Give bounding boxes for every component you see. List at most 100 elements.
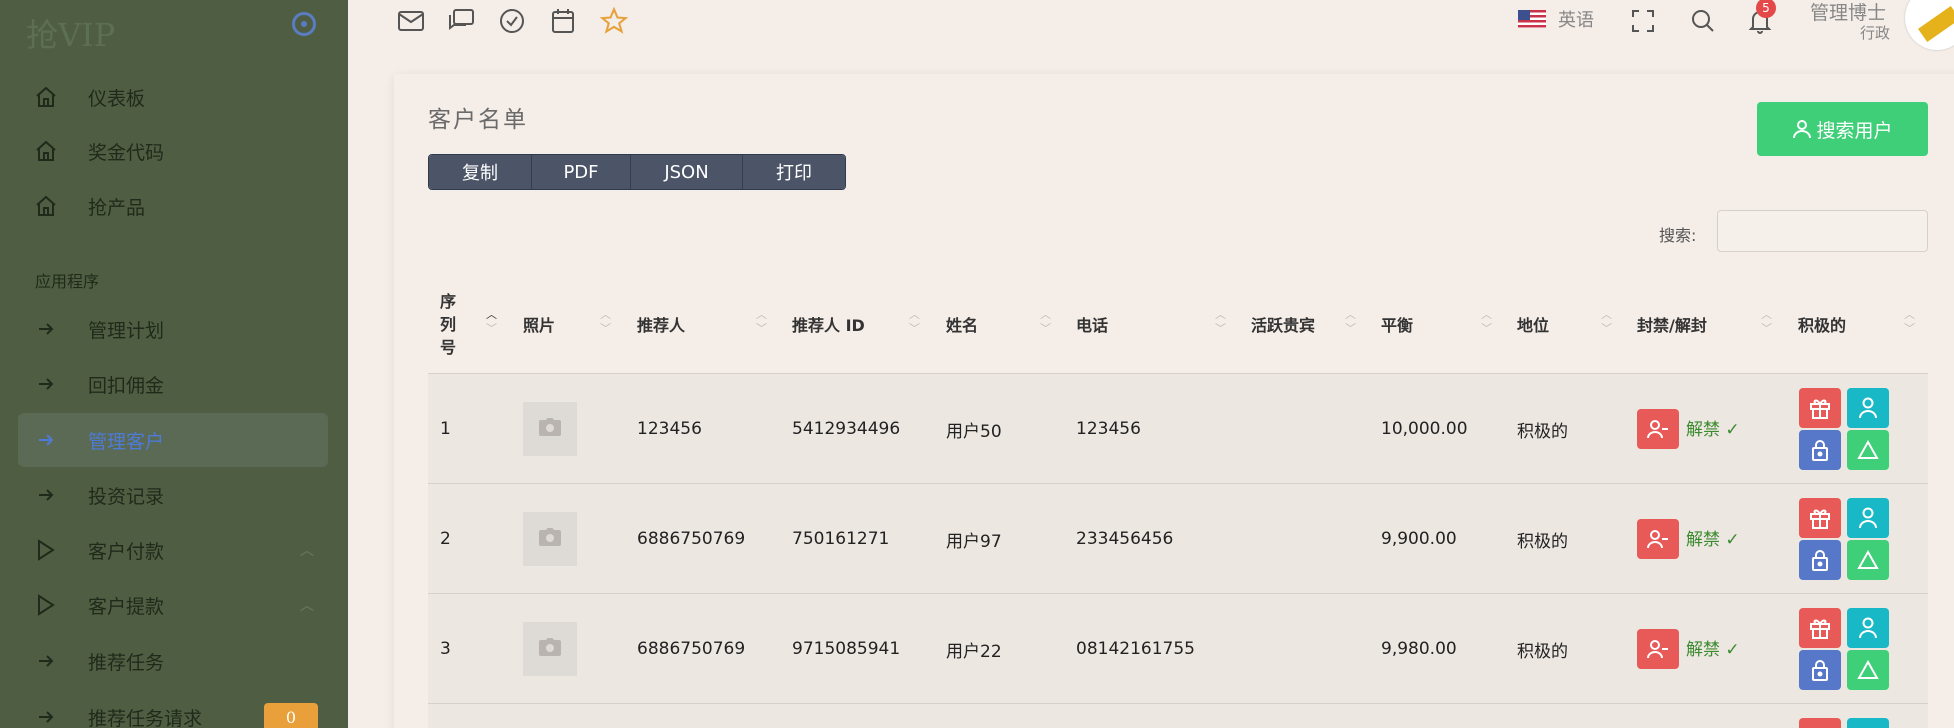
sidebar-item-investment-records[interactable]: 投资记录 (18, 468, 328, 522)
gift-button[interactable] (1799, 498, 1841, 538)
language-selector[interactable]: 英语 (1518, 6, 1594, 32)
sort-icon[interactable]: ︿ ﹀ (1601, 308, 1612, 336)
upgrade-button[interactable] (1847, 650, 1889, 690)
cell-referrer: 6886750769 (637, 529, 746, 549)
mail-icon[interactable] (396, 6, 426, 36)
column-header-name[interactable]: 姓名 (946, 274, 978, 374)
sidebar-item-referral-tasks[interactable]: 推荐任务 (18, 634, 328, 688)
sort-icon[interactable]: ︿ ﹀ (1040, 308, 1051, 336)
sidebar-item-customer-payments[interactable]: 客户付款 ︿ (18, 523, 328, 577)
ban-user-button[interactable] (1637, 629, 1679, 669)
triangle-icon (1857, 660, 1879, 679)
view-user-button[interactable] (1847, 388, 1889, 428)
user-icon (1859, 617, 1877, 639)
table-row: 2 6886750769 750161271 用户97 233456456 9,… (428, 484, 1928, 594)
upgrade-button[interactable] (1847, 430, 1889, 470)
sidebar-item-label: 仪表板 (88, 87, 146, 110)
sidebar-item-dashboard[interactable]: 仪表板 (18, 70, 328, 124)
user-icon (1859, 397, 1877, 419)
copy-button[interactable]: 复制 (429, 155, 532, 189)
unban-label[interactable]: 解禁 ✓ (1686, 635, 1740, 660)
camera-icon (539, 527, 561, 551)
column-header-photo[interactable]: 照片 (523, 274, 555, 374)
search-label: 搜索: (1659, 226, 1697, 245)
sort-icon[interactable]: ︿ ﹀ (600, 308, 611, 336)
page-title: 客户名单 (428, 107, 528, 133)
lock-button[interactable] (1799, 650, 1841, 690)
sort-icon[interactable]: ︿ ﹀ (1481, 308, 1492, 336)
view-user-button[interactable] (1847, 498, 1889, 538)
lock-button[interactable] (1799, 430, 1841, 470)
lock-button[interactable] (1799, 540, 1841, 580)
gift-button[interactable] (1799, 388, 1841, 428)
user-icon (1793, 120, 1812, 139)
column-header-serial[interactable]: 序列号 (440, 274, 480, 374)
cell-status: 积极的 (1517, 421, 1568, 442)
sidebar-item-rebate-commission[interactable]: 回扣佣金 (18, 357, 328, 411)
sidebar-item-customer-withdrawals[interactable]: 客户提款 ︿ (18, 578, 328, 632)
language-label: 英语 (1558, 10, 1594, 31)
camera-icon (539, 417, 561, 441)
column-header-phone[interactable]: 电话 (1076, 274, 1108, 374)
calendar-icon[interactable] (548, 6, 578, 36)
table-row (428, 704, 1928, 728)
ban-user-button[interactable] (1637, 409, 1679, 449)
star-icon[interactable] (599, 6, 629, 36)
view-user-button[interactable] (1847, 608, 1889, 648)
search-icon[interactable] (1688, 6, 1718, 36)
view-user-button[interactable] (1847, 718, 1889, 728)
column-header-status[interactable]: 地位 (1517, 274, 1549, 374)
cell-balance: 9,900.00 (1381, 529, 1457, 549)
gift-button[interactable] (1799, 718, 1841, 728)
sort-icon[interactable]: ︿ ﹀ (1345, 308, 1356, 336)
search-input[interactable] (1717, 210, 1928, 252)
column-header-label: 推荐人 (637, 316, 686, 335)
upgrade-button[interactable] (1847, 540, 1889, 580)
sidebar-item-manage-plans[interactable]: 管理计划 (18, 302, 328, 356)
ban-user-button[interactable] (1637, 519, 1679, 559)
sidebar: 抢VIP 仪表板 奖金代码 抢产品 应用程序 管理计划 回扣佣金 管理客户 投资… (0, 0, 348, 728)
unban-label[interactable]: 解禁 ✓ (1686, 415, 1740, 440)
cell-name: 用户50 (946, 421, 1002, 442)
sidebar-item-grab-product[interactable]: 抢产品 (18, 179, 328, 233)
arrow-right-icon (18, 485, 66, 505)
gift-icon (1810, 509, 1830, 529)
gift-button[interactable] (1799, 608, 1841, 648)
sidebar-item-label: 回扣佣金 (88, 374, 165, 397)
column-header-actions[interactable]: 积极的 (1798, 274, 1846, 374)
arrow-right-icon (18, 319, 66, 339)
check-circle-icon[interactable] (497, 6, 527, 36)
sidebar-item-label: 管理客户 (88, 430, 165, 453)
column-header-referrer-id[interactable]: 推荐人 ID (792, 274, 865, 374)
unban-label[interactable]: 解禁 ✓ (1686, 525, 1740, 550)
sidebar-item-referral-task-requests[interactable]: 推荐任务请求 0 (18, 690, 328, 728)
column-header-active-vip[interactable]: 活跃贵宾 (1251, 274, 1315, 374)
fullscreen-icon[interactable] (1628, 6, 1658, 36)
pdf-button[interactable]: PDF (532, 155, 631, 189)
cell-referrer: 6886750769 (637, 639, 746, 659)
sort-icon[interactable]: ︿ ﹀ (756, 308, 767, 336)
chat-icon[interactable] (446, 6, 476, 36)
chevron-up-icon[interactable]: ︿ (300, 540, 314, 560)
column-header-ban-unban[interactable]: 封禁/解封 (1637, 274, 1707, 374)
json-button[interactable]: JSON (631, 155, 743, 189)
sidebar-item-label: 推荐任务 (88, 651, 165, 674)
cell-photo (523, 594, 577, 704)
cell-balance: 10,000.00 (1381, 419, 1468, 439)
print-button[interactable]: 打印 (743, 155, 845, 189)
sidebar-item-bonus-code[interactable]: 奖金代码 (18, 124, 328, 178)
search-user-button[interactable]: 搜索用户 (1757, 102, 1928, 156)
play-icon (18, 594, 66, 616)
column-header-balance[interactable]: 平衡 (1381, 274, 1413, 374)
chevron-up-icon[interactable]: ︿ (300, 595, 314, 615)
sort-icon[interactable]: ︿ ﹀ (486, 308, 497, 336)
sidebar-toggle-icon[interactable] (292, 12, 316, 36)
cell-referrer: 123456 (637, 419, 702, 439)
sort-icon[interactable]: ︿ ﹀ (909, 308, 920, 336)
brand-logo[interactable]: 抢VIP (26, 10, 115, 56)
sidebar-item-manage-customers[interactable]: 管理客户 (18, 413, 328, 467)
sort-icon[interactable]: ︿ ﹀ (1904, 308, 1915, 336)
sort-icon[interactable]: ︿ ﹀ (1761, 308, 1772, 336)
sort-icon[interactable]: ︿ ﹀ (1215, 308, 1226, 336)
column-header-referrer[interactable]: 推荐人 (637, 274, 685, 374)
